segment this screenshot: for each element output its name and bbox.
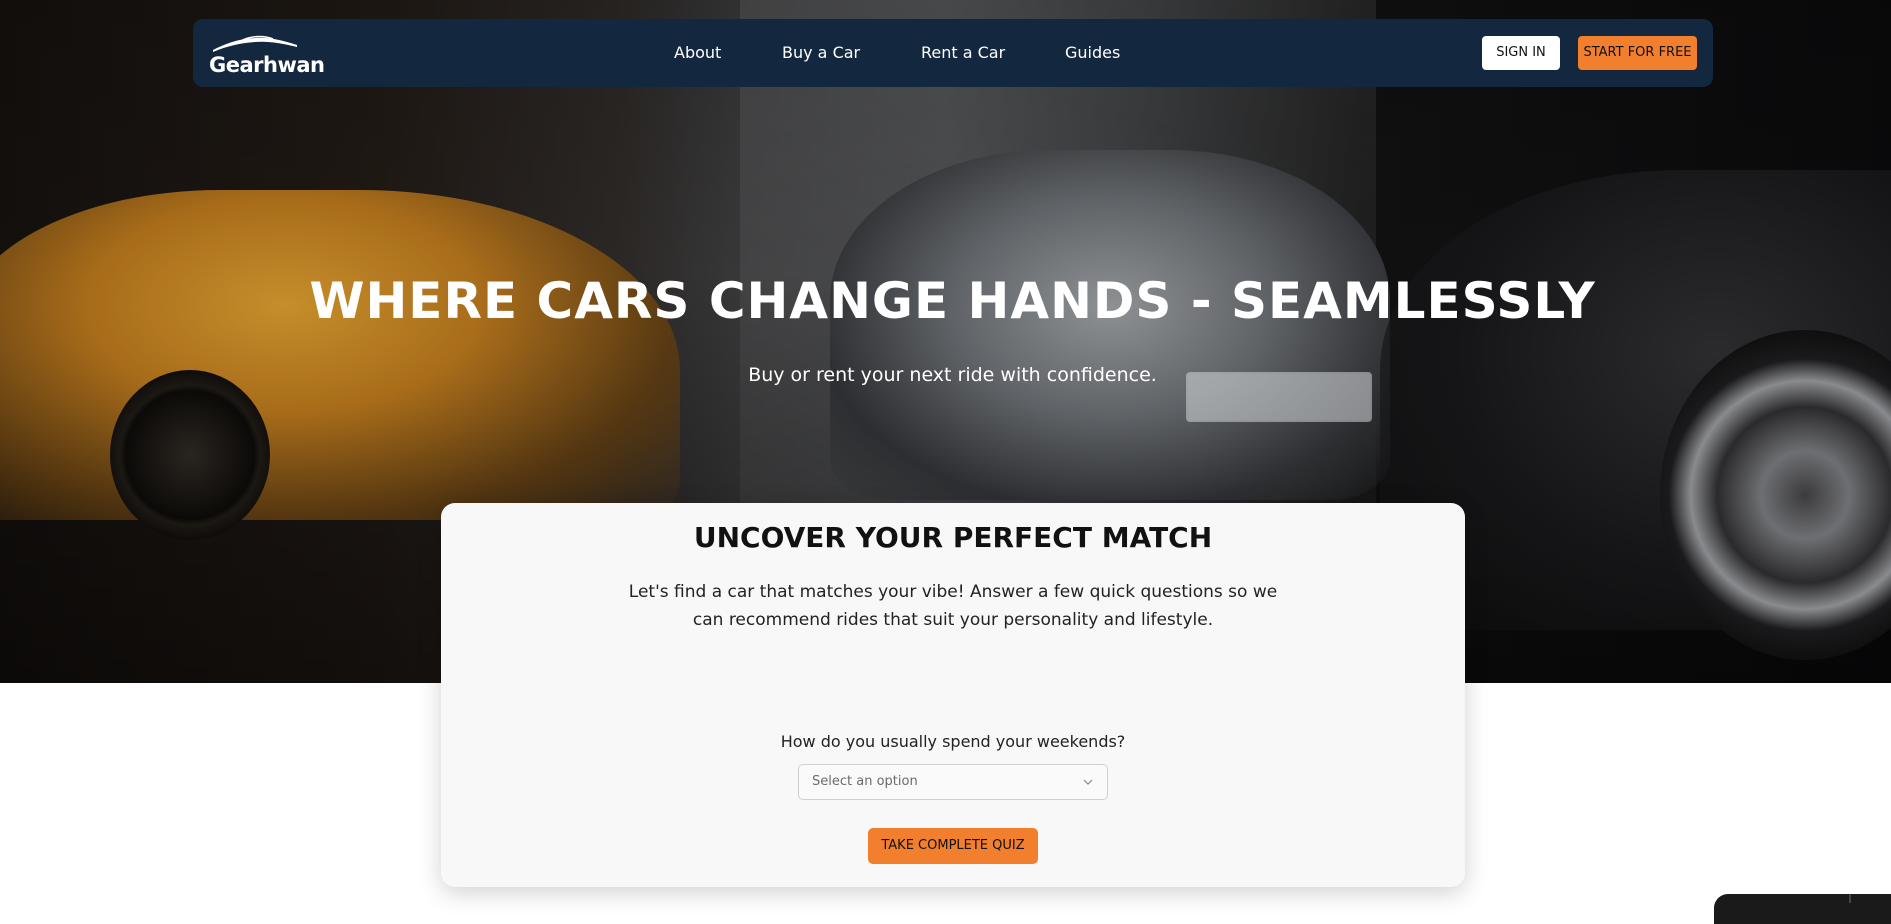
nav-link-guides[interactable]: Guides — [1065, 43, 1120, 62]
quiz-card: UNCOVER YOUR PERFECT MATCH Let's find a … — [441, 503, 1465, 887]
chevron-down-icon — [1083, 779, 1093, 785]
hero-title: WHERE CARS CHANGE HANDS - SEAMLESSLY — [309, 272, 1596, 330]
navbar: Gearhwan About Buy a Car Rent a Car Guid… — [193, 19, 1713, 87]
chat-widget[interactable] — [1714, 894, 1891, 924]
logo-text: Gearhwan — [209, 53, 325, 77]
orange-car-image — [0, 190, 680, 520]
chat-widget-divider — [1849, 894, 1851, 903]
hero-subtitle: Buy or rent your next ride with confiden… — [748, 364, 1157, 386]
nav-link-buy-a-car[interactable]: Buy a Car — [782, 43, 860, 62]
weekend-select[interactable]: Select an option — [798, 764, 1108, 800]
car-logo-icon — [213, 35, 297, 52]
nav-link-rent-a-car[interactable]: Rent a Car — [921, 43, 1005, 62]
take-quiz-button[interactable]: TAKE COMPLETE QUIZ — [868, 828, 1038, 864]
quiz-description: Let's find a car that matches your vibe!… — [628, 582, 1278, 630]
orange-car-wheel — [110, 370, 270, 540]
select-placeholder: Select an option — [812, 774, 918, 789]
logo[interactable]: Gearhwan — [209, 33, 325, 77]
sign-in-button[interactable]: SIGN IN — [1482, 36, 1560, 70]
nav-link-about[interactable]: About — [674, 43, 721, 62]
quiz-title: UNCOVER YOUR PERFECT MATCH — [693, 521, 1213, 554]
start-for-free-button[interactable]: START FOR FREE — [1578, 36, 1697, 70]
quiz-question-label: How do you usually spend your weekends? — [780, 732, 1126, 751]
